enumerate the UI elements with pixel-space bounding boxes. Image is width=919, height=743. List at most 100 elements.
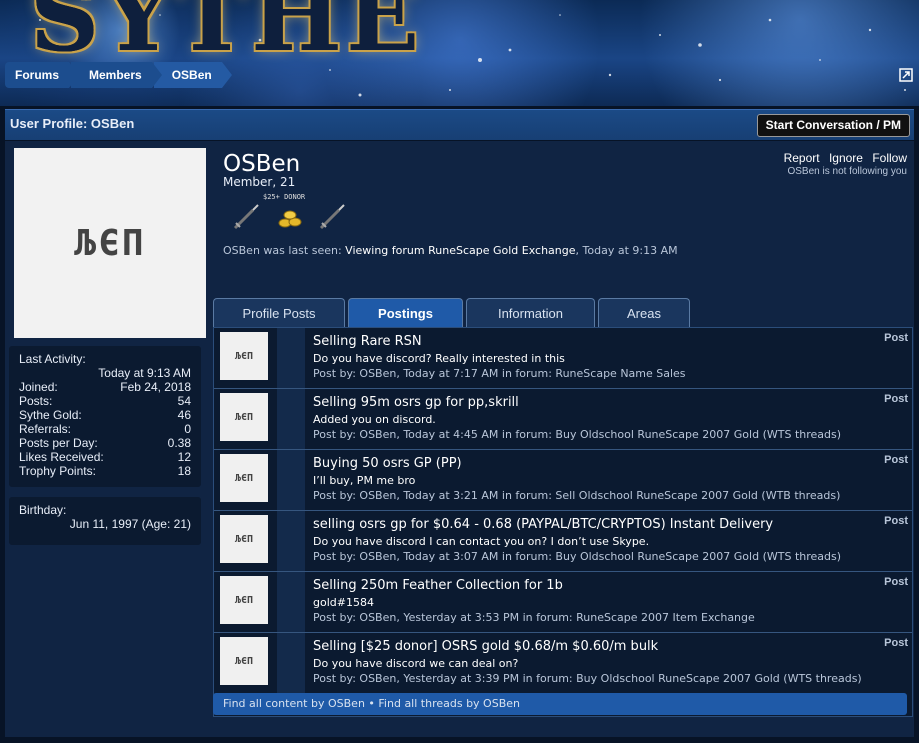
post-title-link[interactable]: Buying 50 osrs GP (PP) [313,456,462,471]
post-divider [277,328,305,388]
find-all-content-link[interactable]: Find all content by OSBen [223,697,365,710]
avatar-logo: ЉЄП [74,222,146,264]
start-conversation-button[interactable]: Start Conversation / PM [756,114,910,137]
breadcrumb-members[interactable]: Members [71,62,162,88]
sword-icon [319,204,345,230]
post-avatar[interactable]: ЉЄП [220,576,268,624]
profile-tabs: Profile Posts Postings Information Areas [213,298,690,327]
stat-row-last-activity-value: Today at 9:13 AM [19,366,191,380]
post-avatar[interactable]: ЉЄП [220,393,268,441]
stat-value[interactable]: 54 [178,394,191,408]
post-avatar[interactable]: ЉЄП [220,332,268,380]
stat-row-birthday: Birthday: [19,503,191,517]
tab-information[interactable]: Information [466,298,595,327]
avatar[interactable]: ЉЄП [14,148,206,338]
profile-username: OSBen [223,151,301,177]
profile-title-bar: User Profile: OSBen Start Conversation /… [5,109,914,140]
tab-postings[interactable]: Postings [348,298,463,327]
page-title: User Profile: OSBen [10,116,135,131]
post-snippet: gold#1584 [313,596,374,609]
stat-row-trophy-points: Trophy Points: 18 [19,464,191,478]
post-divider [277,511,305,571]
stat-label: Posts per Day: [19,436,98,450]
breadcrumb-forums[interactable]: Forums [5,62,80,88]
stat-row-referrals: Referrals: 0 [19,422,191,436]
post-meta: Post by: OSBen, Today at 3:21 AM in foru… [313,489,841,502]
last-seen-action: Viewing forum [345,244,425,257]
list-item: ЉЄП Buying 50 osrs GP (PP) I’ll buy, PM … [214,450,912,511]
stat-row-joined: Joined: Feb 24, 2018 [19,380,191,394]
post-type-label: Post [884,515,908,527]
stat-value: 12 [177,450,191,464]
profile-actions: Report Ignore Follow OSBen is not follow… [778,151,907,177]
list-item: ЉЄП Selling [$25 donor] OSRS gold $0.68/… [214,633,912,694]
post-type-label: Post [884,393,908,405]
breadcrumb: Forums Members OSBen [5,62,232,88]
report-link[interactable]: Report [784,151,820,165]
fullscreen-icon[interactable] [899,68,913,82]
last-seen: OSBen was last seen: Viewing forum RuneS… [223,244,678,257]
stat-row-posts-per-day: Posts per Day: 0.38 [19,436,191,450]
stat-row-last-activity: Last Activity: [19,352,191,366]
stat-value: Jun 11, 1997 (Age: 21) [69,517,191,531]
list-item: ЉЄП Selling Rare RSN Do you have discord… [214,328,912,389]
post-title-link[interactable]: Selling 95m osrs gp for pp,skrill [313,395,519,410]
last-seen-forum-link[interactable]: RuneScape Gold Exchange [428,244,575,257]
last-seen-label: OSBen was last seen: [223,244,342,257]
stat-row-likes: Likes Received: 12 [19,450,191,464]
post-avatar[interactable]: ЉЄП [220,515,268,563]
profile-main: ЉЄП Last Activity: Today at 9:13 AM Join… [5,141,914,737]
post-avatar-logo: ЉЄП [234,655,254,667]
stat-row-sythe-gold: Sythe Gold: 46 [19,408,191,422]
stat-label: Posts: [19,394,53,408]
post-type-label: Post [884,576,908,588]
profile-user-title: Member, 21 [223,175,296,189]
post-snippet: Do you have discord? Really interested i… [313,352,565,365]
post-title-link[interactable]: Selling 250m Feather Collection for 1b [313,578,563,593]
post-divider [277,450,305,510]
birthday-panel: Birthday: Jun 11, 1997 (Age: 21) [9,497,201,545]
stat-row-birthday-value: Jun 11, 1997 (Age: 21) [19,517,191,531]
stat-label: Likes Received: [19,450,104,464]
ignore-link[interactable]: Ignore [829,151,863,165]
find-content-bar: Find all content by OSBen • Find all thr… [213,693,907,715]
post-avatar[interactable]: ЉЄП [220,637,268,685]
stat-label: Referrals: [19,422,72,436]
post-title-link[interactable]: selling osrs gp for $0.64 - 0.68 (PAYPAL… [313,517,773,532]
stat-label: Birthday: [19,503,67,517]
post-type-label: Post [884,332,908,344]
donor-badge-label: $25+ DONOR [263,193,306,201]
post-meta: Post by: OSBen, Today at 3:07 AM in foru… [313,550,842,563]
link-separator: • [364,697,379,710]
postings-list: ЉЄП Selling Rare RSN Do you have discord… [213,327,913,717]
post-meta: Post by: OSBen, Today at 7:17 AM in foru… [313,367,686,380]
post-divider [277,633,305,693]
stat-label: Sythe Gold: [19,408,82,422]
post-avatar[interactable]: ЉЄП [220,454,268,502]
post-type-label: Post [884,454,908,466]
follow-link[interactable]: Follow [872,151,907,165]
post-title-link[interactable]: Selling Rare RSN [313,334,422,349]
stat-label: Trophy Points: [19,464,96,478]
tab-areas[interactable]: Areas [598,298,690,327]
post-snippet: I’ll buy, PM me bro [313,474,416,487]
post-avatar-logo: ЉЄП [234,411,254,423]
find-all-threads-link[interactable]: Find all threads by OSBen [378,697,520,710]
donor-badges: $25+ DONOR [231,193,351,231]
post-meta: Post by: OSBen, Yesterday at 3:53 PM in … [313,611,755,624]
list-item: ЉЄП Selling 250m Feather Collection for … [214,572,912,633]
stat-label: Last Activity: [19,352,86,366]
post-divider [277,389,305,449]
stat-value: 46 [177,408,191,422]
breadcrumb-current[interactable]: OSBen [153,62,232,88]
follow-status: OSBen is not following you [787,166,907,177]
post-avatar-logo: ЉЄП [234,533,254,545]
sword-icon [233,204,259,230]
post-title-link[interactable]: Selling [$25 donor] OSRS gold $0.68/m $0… [313,639,658,654]
gold-coins-icon [278,210,302,228]
post-snippet: Do you have discord we can deal on? [313,657,519,670]
post-snippet: Do you have discord I can contact you on… [313,535,650,548]
stat-value[interactable]: 18 [178,464,191,478]
tab-profile-posts[interactable]: Profile Posts [213,298,345,327]
post-snippet: Added you on discord. [313,413,436,426]
